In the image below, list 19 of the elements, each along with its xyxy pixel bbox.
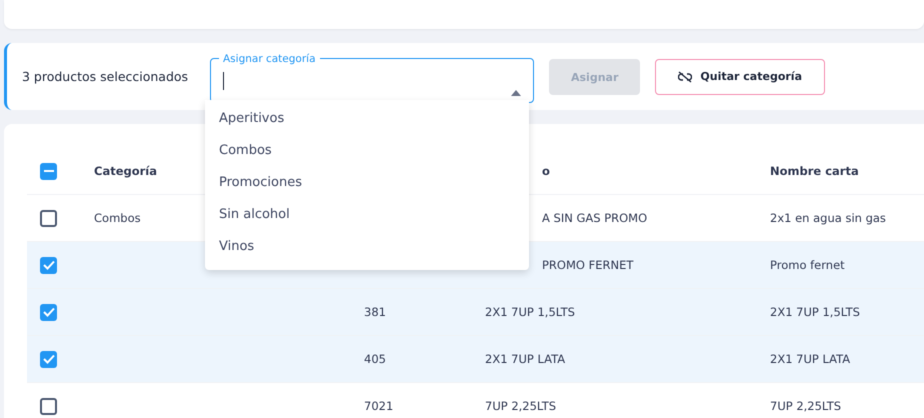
table-cell: 7UP 2,25LTS (770, 399, 842, 413)
table-cell: 381 (364, 305, 386, 319)
selection-count: 3 productos seleccionados (22, 69, 190, 84)
table-cell: 2X1 7UP LATA (485, 352, 566, 366)
table-cell: 405 (364, 352, 386, 366)
column-header: Nombre carta (770, 164, 859, 178)
column-header: o (541, 164, 550, 178)
table-cell: 2X1 7UP LATA (770, 352, 850, 366)
column-header: Categoría (94, 164, 158, 178)
table-cell: Combos (94, 211, 141, 225)
table-cell: 7021 (364, 399, 394, 413)
table-cell-text: PROMO FERNET (541, 258, 634, 272)
table-cell: 7UP 2,25LTS (485, 399, 556, 413)
table-cell: Promo fernet (770, 258, 845, 272)
table-cell: 2X1 7UP 1,5LTS (770, 305, 860, 319)
field-label: Asignar categoría (222, 52, 317, 66)
table-cell: 2x1 en agua sin gas (770, 211, 886, 225)
table-cell: 2X1 7UP 1,5LTS (485, 305, 575, 319)
table-cell-text: A SIN GAS PROMO (541, 211, 648, 225)
